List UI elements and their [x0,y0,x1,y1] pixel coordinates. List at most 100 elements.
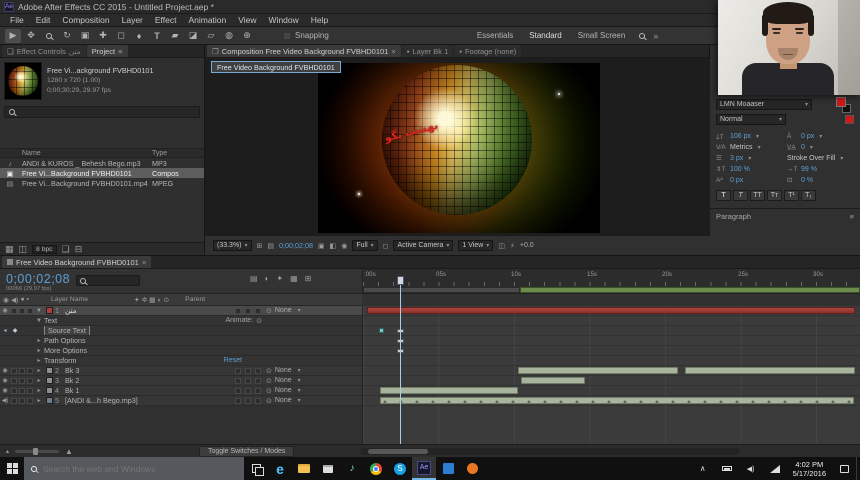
menu-animation[interactable]: Animation [182,15,232,25]
tray-chevron-icon[interactable]: ∧ [691,457,715,480]
shy-switch[interactable] [235,387,241,394]
layer-row-2[interactable]: ◉ ▸ 2 Bk 3 ⊙ None ▾ [0,366,362,376]
groove-music-icon[interactable]: ♪ [340,457,364,480]
media-player-icon[interactable] [460,457,484,480]
timeline-timecode[interactable]: 0;00;02;08 [6,272,70,286]
parent-dropdown[interactable]: ⊙ None ▾ [266,367,362,375]
layer-color-chip[interactable] [46,387,53,394]
path-options-row[interactable]: ▸ Path Options [0,336,362,346]
text-group-label[interactable]: Text [44,316,226,325]
expand-arrow-icon[interactable]: ▸ [34,387,44,394]
exposure-value[interactable]: +0.0 [520,242,534,249]
effect-switch[interactable] [255,397,261,404]
show-snapshot-icon[interactable]: ◧ [330,242,337,250]
zoom-tool-icon[interactable] [41,29,57,43]
work-area-bar[interactable] [520,287,860,293]
after-effects-taskbar-icon[interactable]: Ae [412,457,436,480]
effect-switch[interactable] [255,377,261,384]
more-options-label[interactable]: More Options [44,346,362,355]
photos-icon[interactable] [436,457,460,480]
zoom-out-mountain-icon[interactable]: ▴ [6,448,9,455]
puppet-pin-tool-icon[interactable]: ⊕ [239,29,255,43]
region-of-interest-icon[interactable]: ◻ [383,242,389,250]
menu-window[interactable]: Window [263,15,305,25]
current-time-indicator[interactable] [397,276,404,444]
layer-color-chip[interactable] [46,367,53,374]
audio-toggle[interactable] [11,387,17,394]
eye-icon[interactable]: ◉ [0,387,10,394]
mini-color-swatch[interactable] [845,115,854,124]
leading-control[interactable]: Ā0 px ▾ [787,132,854,141]
solo-toggle[interactable] [19,377,25,384]
close-tab-icon[interactable]: × [391,47,395,56]
animate-menu-icon[interactable]: ⊙ [256,317,262,325]
faux-bold-button[interactable]: T [716,190,731,201]
zoom-in-mountain-icon[interactable]: ▲ [65,447,73,456]
shy-switch[interactable] [235,397,241,404]
clone-stamp-tool-icon[interactable]: ◪ [185,29,201,43]
lock-toggle[interactable] [27,387,33,394]
effect-switch[interactable] [255,367,261,374]
lock-toggle[interactable] [27,307,33,314]
subscript-button[interactable]: T₁ [801,190,816,201]
effect-switch[interactable] [255,387,261,394]
vertical-scale-control[interactable]: ⇕T 100 % [716,165,783,174]
chrome-icon[interactable] [364,457,388,480]
action-center-icon[interactable] [832,457,856,480]
path-options-label[interactable]: Path Options [44,336,362,345]
eye-icon[interactable]: ◉ [0,377,10,384]
cti-handle[interactable] [397,276,404,285]
quality-switch[interactable] [245,397,251,404]
skype-icon[interactable]: S [388,457,412,480]
resolution-dropdown[interactable]: Full ▾ [352,240,378,251]
type-tool-icon[interactable]: T [149,29,165,43]
fast-preview-icon[interactable]: ⚡ [510,242,515,250]
menu-view[interactable]: View [232,15,262,25]
pickwhip-icon[interactable]: ⊙ [266,397,272,405]
rotate-tool-icon[interactable]: ↻ [59,29,75,43]
stroke-style-dropdown[interactable]: Stroke Over Fill ▾ [787,154,854,162]
layer-row-4[interactable]: ◉ ▸ 4 Bk 1 ⊙ None ▾ [0,386,362,396]
track-row-1[interactable] [363,306,860,316]
lock-toggle[interactable] [27,397,33,404]
ruler-toggle-icon[interactable]: ▤ [267,242,274,250]
store-icon[interactable] [316,457,340,480]
brush-tool-icon[interactable]: ▰ [167,29,183,43]
kerning-control[interactable]: V∕A Metrics ▾ [716,144,783,151]
paragraph-menu-icon[interactable]: ≡ [850,212,854,221]
timeline-zoom-slider[interactable] [15,448,60,455]
motion-blur-icon[interactable]: ▦ [290,274,298,283]
column-type[interactable]: Type [152,150,204,157]
menu-effect[interactable]: Effect [149,15,183,25]
new-composition-icon[interactable]: ❏ [62,244,70,255]
audio-toggle[interactable] [11,377,17,384]
layer-bar-text[interactable] [367,307,855,314]
pan-behind-tool-icon[interactable]: ✚ [95,29,111,43]
parent-header[interactable]: Parent [185,296,205,303]
solo-toggle[interactable] [19,307,25,314]
layer-name[interactable]: [ANDI &...h Bego.mp3] [65,396,208,405]
audio-toggle[interactable] [11,367,17,374]
expand-arrow-icon[interactable]: ▸ [34,367,44,374]
transform-label[interactable]: Transform [44,356,224,365]
reset-button[interactable]: Reset [224,357,362,364]
delete-icon[interactable]: ⊟ [75,244,83,255]
project-item-composition[interactable]: ▣ Free Vi...Background FVBHD0101 Compos [0,168,204,178]
track-row-bk1[interactable] [363,386,860,396]
lock-toggle[interactable] [27,377,33,384]
font-family-dropdown[interactable]: LMN Moaaser ▾ [716,99,812,110]
channels-icon[interactable]: ◉ [341,242,347,250]
font-size-control[interactable]: ꞱT 106 px ▾ [716,132,783,141]
eraser-tool-icon[interactable]: ▱ [203,29,219,43]
clock[interactable]: 4:02 PM 5/17/2016 [787,460,832,478]
menu-composition[interactable]: Composition [56,15,115,25]
menu-file[interactable]: File [4,15,30,25]
overflow-chevron-icon[interactable]: » [653,31,658,41]
graph-editor-icon[interactable]: ⊞ [305,274,312,283]
layer-row-1[interactable]: ◉ ▼ 1 متن ⊙ None ▾ [0,306,362,316]
tsume-control[interactable]: ⊡ 0 % [787,176,854,185]
task-view-icon[interactable] [244,457,268,480]
column-name[interactable]: Name [20,150,152,157]
roto-brush-tool-icon[interactable]: ◍ [221,29,237,43]
shy-switch[interactable] [235,377,241,384]
